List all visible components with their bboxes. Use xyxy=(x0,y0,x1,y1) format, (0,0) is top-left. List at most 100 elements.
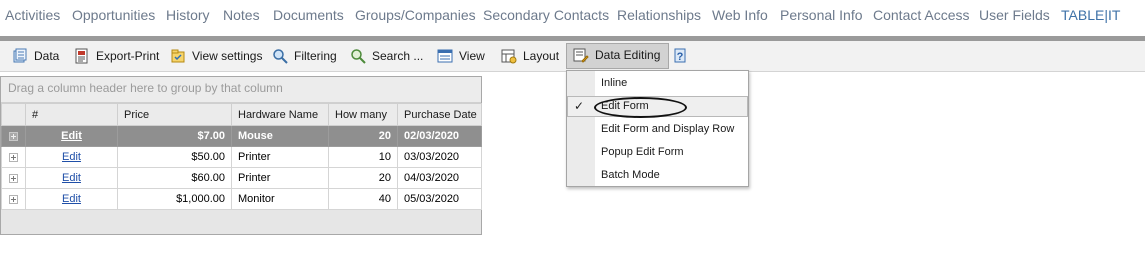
tab-web-info[interactable]: Web Info xyxy=(712,7,768,23)
export-print-label: Export-Print xyxy=(96,49,160,63)
purchase-date-cell: 04/03/2020 xyxy=(397,167,482,189)
tab-groups-companies[interactable]: Groups/Companies xyxy=(355,7,476,23)
expand-cell[interactable] xyxy=(1,125,26,147)
group-panel[interactable]: Drag a column header here to group by th… xyxy=(1,77,481,103)
menu-item-popup-edit-form[interactable]: Popup Edit Form xyxy=(567,142,748,163)
expand-column-header xyxy=(1,103,26,126)
svg-text:?: ? xyxy=(677,51,684,63)
help-icon: ? xyxy=(674,48,686,63)
expand-cell[interactable] xyxy=(1,188,26,210)
edit-cell: Edit xyxy=(25,125,118,147)
menu-item-label: Edit Form and Display Row xyxy=(601,123,735,135)
edit-link[interactable]: Edit xyxy=(62,193,81,205)
filtering-button[interactable]: Filtering xyxy=(272,44,337,68)
checkmark-icon: ✓ xyxy=(574,99,585,113)
menu-item-batch-mode[interactable]: Batch Mode xyxy=(567,165,748,186)
edit-cell: Edit xyxy=(25,167,118,189)
tab-documents[interactable]: Documents xyxy=(273,7,344,23)
data-button[interactable]: Data xyxy=(12,44,59,68)
layout-label: Layout xyxy=(523,49,560,63)
data-editing-button[interactable]: Data Editing xyxy=(566,43,670,69)
data-button-label: Data xyxy=(34,49,60,63)
layout-icon xyxy=(501,49,517,64)
layout-button[interactable]: Layout xyxy=(501,44,559,68)
expand-cell[interactable] xyxy=(1,146,26,168)
edit-link[interactable]: Edit xyxy=(62,172,81,184)
search-button[interactable]: Search ... xyxy=(350,44,423,68)
search-label: Search ... xyxy=(372,49,424,63)
view-icon xyxy=(437,49,453,63)
expand-plus-icon[interactable] xyxy=(9,194,18,204)
hardware-name-cell: Printer xyxy=(231,146,329,168)
data-icon xyxy=(13,48,27,63)
price-cell: $7.00 xyxy=(117,125,232,147)
how-many-cell: 40 xyxy=(328,188,398,210)
tab-contact-access[interactable]: Contact Access xyxy=(873,7,970,23)
export-print-icon xyxy=(75,48,88,64)
column-header-hardware-name[interactable]: Hardware Name xyxy=(231,103,329,126)
expand-cell[interactable] xyxy=(1,167,26,189)
hardware-name-cell: Mouse xyxy=(231,125,329,147)
view-button[interactable]: View xyxy=(437,44,485,68)
edit-link[interactable]: Edit xyxy=(62,151,81,163)
table-row[interactable]: Edit $60.00 Printer 20 04/03/2020 xyxy=(1,167,482,189)
header-row: # Price Hardware Name How many Purchase … xyxy=(1,103,482,126)
expand-plus-icon[interactable] xyxy=(9,131,18,141)
how-many-cell: 10 xyxy=(328,146,398,168)
expand-plus-icon[interactable] xyxy=(9,152,18,162)
column-header-how-many[interactable]: How many xyxy=(328,103,398,126)
tab-secondary-contacts[interactable]: Secondary Contacts xyxy=(483,7,609,23)
edit-cell: Edit xyxy=(25,146,118,168)
column-header-purchase-date[interactable]: Purchase Date xyxy=(397,103,482,126)
purchase-date-cell: 05/03/2020 xyxy=(397,188,482,210)
column-header-price[interactable]: Price xyxy=(117,103,232,126)
data-grid: Drag a column header here to group by th… xyxy=(0,76,482,235)
data-editing-icon xyxy=(573,48,589,63)
how-many-cell: 20 xyxy=(328,125,398,147)
column-header-number[interactable]: # xyxy=(25,103,118,126)
view-settings-icon xyxy=(171,49,185,63)
filtering-label: Filtering xyxy=(294,49,337,63)
search-icon xyxy=(351,49,366,64)
data-editing-label: Data Editing xyxy=(595,48,661,62)
expand-plus-icon[interactable] xyxy=(9,173,18,183)
tab-personal-info[interactable]: Personal Info xyxy=(780,7,863,23)
menu-item-label: Batch Mode xyxy=(601,169,660,181)
price-cell: $50.00 xyxy=(117,146,232,168)
how-many-cell: 20 xyxy=(328,167,398,189)
tab-table-it[interactable]: TABLE|IT xyxy=(1061,7,1120,23)
view-settings-button[interactable]: View settings xyxy=(170,44,262,68)
hardware-name-cell: Printer xyxy=(231,167,329,189)
edit-cell: Edit xyxy=(25,188,118,210)
hardware-name-cell: Monitor xyxy=(231,188,329,210)
tab-opportunities[interactable]: Opportunities xyxy=(72,7,155,23)
export-print-button[interactable]: Export-Print xyxy=(74,44,159,68)
magnifier-icon xyxy=(273,49,288,64)
menu-item-edit-form-and-display-row[interactable]: Edit Form and Display Row xyxy=(567,119,748,140)
menu-item-label: Popup Edit Form xyxy=(601,146,684,158)
menu-item-edit-form[interactable]: ✓ Edit Form xyxy=(567,96,748,118)
help-button[interactable]: ? xyxy=(673,44,689,68)
purchase-date-cell: 03/03/2020 xyxy=(397,146,482,168)
price-cell: $60.00 xyxy=(117,167,232,189)
highlight-circle xyxy=(594,97,687,118)
module-tab-bar: Activities Opportunities History Notes D… xyxy=(0,0,1145,36)
menu-item-inline[interactable]: Inline xyxy=(567,73,748,94)
data-editing-menu: Inline ✓ Edit Form Edit Form and Display… xyxy=(566,70,749,187)
tab-notes[interactable]: Notes xyxy=(223,7,260,23)
edit-link[interactable]: Edit xyxy=(61,130,82,142)
view-label: View xyxy=(459,49,485,63)
tab-history[interactable]: History xyxy=(166,7,210,23)
view-settings-label: View settings xyxy=(192,49,263,63)
tab-activities[interactable]: Activities xyxy=(5,7,60,23)
table-row[interactable]: Edit $50.00 Printer 10 03/03/2020 xyxy=(1,146,482,168)
menu-item-label: Inline xyxy=(601,77,628,89)
tab-relationships[interactable]: Relationships xyxy=(617,7,701,23)
price-cell: $1,000.00 xyxy=(117,188,232,210)
grid-table: # Price Hardware Name How many Purchase … xyxy=(1,103,482,210)
table-row-selected[interactable]: Edit $7.00 Mouse 20 02/03/2020 xyxy=(1,125,482,147)
purchase-date-cell: 02/03/2020 xyxy=(397,125,482,147)
table-row[interactable]: Edit $1,000.00 Monitor 40 05/03/2020 xyxy=(1,188,482,210)
grid-toolbar: Data Export-Print View settings Filterin… xyxy=(0,41,1145,72)
tab-user-fields[interactable]: User Fields xyxy=(979,7,1050,23)
